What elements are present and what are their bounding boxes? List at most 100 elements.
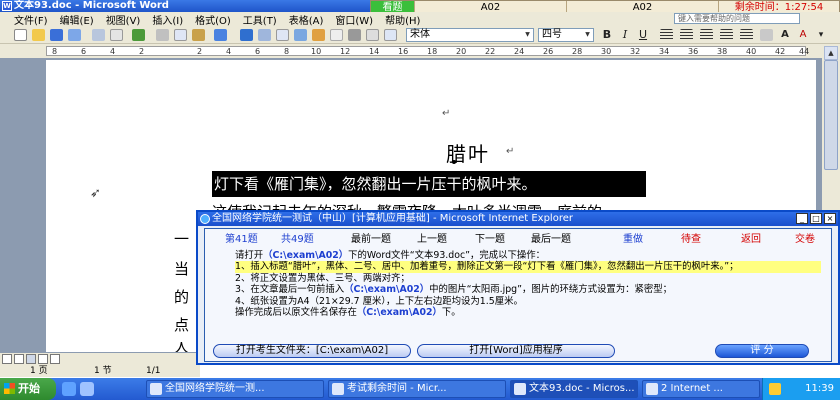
tables-borders-icon[interactable] [258,29,271,41]
taskbar-item[interactable]: 考试剩余时间 - Micr... [328,380,506,398]
prev-question-button[interactable]: 上一题 [417,230,447,245]
font-name-select[interactable]: 宋体 ▼ [406,28,534,42]
maximize-icon[interactable]: □ [810,213,822,224]
score-button[interactable]: 评 分 [715,344,809,358]
status-section: 1 节 [94,366,112,376]
ruler-tick: 6 [81,47,87,56]
current-question: 第41题 [225,234,258,245]
menu-view[interactable]: 视图(V) [100,12,147,27]
font-color-icon[interactable]: A [796,28,810,42]
underline-button[interactable]: U [636,28,650,42]
line-spacing-icon[interactable] [740,29,753,41]
permission-icon[interactable] [68,29,81,41]
insert-table-icon[interactable] [276,29,289,41]
cut-icon[interactable] [156,29,169,41]
taskbar-item[interactable]: 文本93.doc - Micros... [510,380,638,398]
status-page: 1 页 [30,366,48,376]
print-view-icon[interactable] [26,354,36,364]
grow-font-icon[interactable]: A [778,28,792,42]
taskbar-item[interactable]: 全国网络学院统一测... [146,380,324,398]
question-step-4: 4、纸张设置为A4（21×29.7 厘米），上下左右边距均设为1.5厘米。 [235,295,523,307]
print-icon[interactable] [92,29,105,41]
undo-icon[interactable] [214,29,227,41]
menu-window[interactable]: 窗口(W) [329,12,379,27]
ruler-tick: 4 [110,47,116,56]
open-folder-icon[interactable] [32,29,45,41]
back-button[interactable]: 返回 [741,230,761,245]
ruler-tick: 38 [717,47,728,56]
close-icon[interactable]: × [824,213,836,224]
paragraph-mark: ↵ [442,108,451,119]
align-right-icon[interactable] [700,29,713,41]
help-search-input[interactable]: 键入需要帮助的问题 [674,13,800,24]
justify-icon[interactable] [720,29,733,41]
task-label: 文本93.doc - Micros... [529,383,635,394]
open-word-button[interactable]: 打开[Word]应用程序 [417,344,615,358]
scroll-up-icon[interactable]: ▲ [824,46,838,60]
exam-path: （C:\exam\A02） [263,250,349,261]
columns-icon[interactable] [294,29,307,41]
system-tray: 11:39 [762,378,840,400]
taskbar-item[interactable]: 2 Internet ... [642,380,760,398]
review-button[interactable]: 待查 [681,230,701,245]
menu-insert[interactable]: 插入(I) [146,12,189,27]
new-document-icon[interactable] [14,29,27,41]
web-view-icon[interactable] [14,354,24,364]
tray-icon[interactable] [769,383,781,395]
bold-button[interactable]: B [600,28,614,42]
selected-paragraph[interactable]: 灯下看《雁门集》，忽然翻出一片压干的枫叶来。 [212,171,646,197]
quick-launch-ie-icon[interactable] [62,382,76,396]
ruler-tick: 2 [197,47,203,56]
align-left-icon[interactable] [660,29,673,41]
save-icon[interactable] [50,29,63,41]
minimize-icon[interactable]: _ [796,213,808,224]
normal-view-icon[interactable] [2,354,12,364]
submit-exam-button[interactable]: 交卷 [795,230,815,245]
toolbar-options-icon[interactable]: ▾ [814,28,828,42]
ruler-tick: 10 [311,47,322,56]
ruler-tick: 12 [340,47,351,56]
menu-edit[interactable]: 编辑(E) [54,12,100,27]
hyperlink-icon[interactable] [240,29,253,41]
align-center-icon[interactable] [680,29,693,41]
zoom-icon[interactable] [366,29,379,41]
ruler-strip[interactable]: 8 6 4 2 2 4 6 8 10 12 14 16 18 20 22 24 … [46,46,809,56]
menu-help[interactable]: 帮助(H) [379,12,426,27]
ruler-tick: 8 [52,47,58,56]
open-folder-button[interactable]: 打开考生文件夹：[C:\exam\A02] [213,344,411,358]
menu-table[interactable]: 表格(A) [283,12,330,27]
print-preview-icon[interactable] [110,29,123,41]
quick-launch-desktop-icon[interactable] [80,382,94,396]
style-icon[interactable] [384,29,397,41]
save-text: 操作完成后以原文件名保存在 [235,307,357,319]
drawing-icon[interactable] [312,29,325,41]
next-question-button[interactable]: 下一题 [475,230,505,245]
menu-tools[interactable]: 工具(T) [237,12,283,27]
ie-icon [332,383,344,395]
show-hide-icon[interactable] [348,29,361,41]
italic-button[interactable]: I [618,28,632,42]
reading-view-icon[interactable] [50,354,60,364]
horizontal-ruler: 8 6 4 2 2 4 6 8 10 12 14 16 18 20 22 24 … [0,44,840,58]
last-question-button[interactable]: 最后一题 [531,230,571,245]
task-label: 考试剩余时间 - Micr... [347,383,447,394]
spelling-icon[interactable] [132,29,145,41]
taskbar: 开始 全国网络学院统一测... 考试剩余时间 - Micr... 文本93.do… [0,378,840,400]
mouse-cursor-icon: ➶ [90,186,101,201]
font-size-select[interactable]: 四号 ▼ [538,28,594,42]
copy-icon[interactable] [174,29,187,41]
scroll-thumb[interactable] [824,60,838,170]
first-question-button[interactable]: 最前一题 [351,230,391,245]
menu-format[interactable]: 格式(O) [189,12,237,27]
redo-button[interactable]: 重做 [623,230,643,245]
ruler-tick: 24 [514,47,525,56]
outline-view-icon[interactable] [38,354,48,364]
exam-path: （C:\exam\A02） [356,307,442,319]
start-label: 开始 [18,382,40,395]
document-map-icon[interactable] [330,29,343,41]
paste-icon[interactable] [192,29,205,41]
start-button[interactable]: 开始 [0,378,56,400]
ruler-tick: 30 [601,47,612,56]
menu-file[interactable]: 文件(F) [8,12,54,27]
numbering-icon[interactable] [760,29,773,41]
